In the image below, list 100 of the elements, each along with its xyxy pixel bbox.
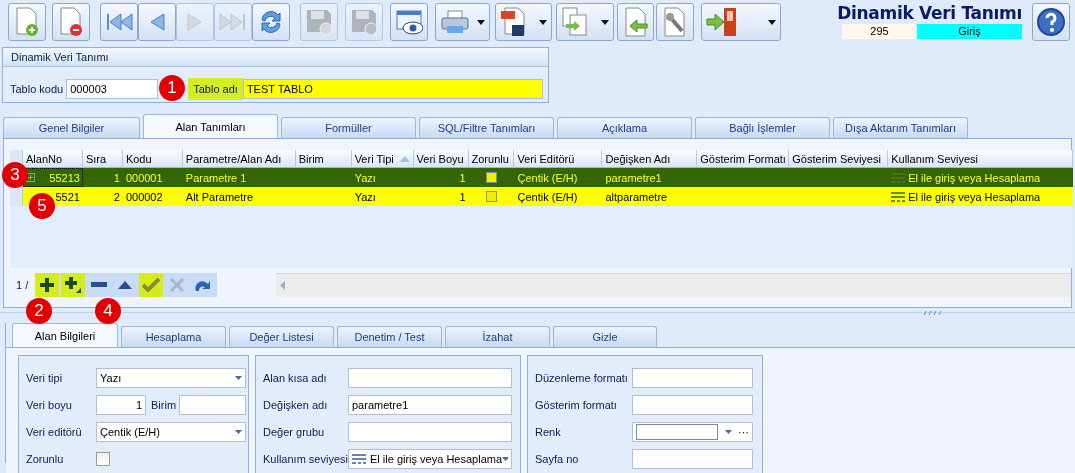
field-label: Veri tipi [26, 372, 64, 384]
table-cell: altparametre [602, 187, 698, 206]
toolbar-button[interactable] [701, 3, 781, 41]
field-label: Birim [150, 399, 178, 411]
tab[interactable]: Açıklama [557, 117, 692, 138]
table-cell: 000001 [122, 168, 183, 187]
input-field[interactable]: TEST TABLO [242, 79, 543, 99]
caret-icon [539, 19, 547, 25]
column-header[interactable]: Birim [295, 150, 352, 168]
column-header[interactable]: Gösterim Formatı [697, 150, 790, 168]
column-header[interactable]: Kullanım Seviyesi [888, 150, 1073, 168]
last-record-icon [219, 12, 247, 32]
scroll-left-icon [280, 281, 285, 290]
expand-icon [26, 173, 35, 182]
cancel-icon [170, 278, 185, 292]
table-cell: 2 [82, 187, 123, 206]
dropdown-field[interactable]: Yazı [96, 368, 246, 388]
toolbar-button[interactable] [390, 3, 428, 41]
input-field[interactable] [632, 395, 753, 415]
input-field[interactable]: parametre1 [348, 395, 512, 415]
number-badge: 3 [2, 162, 28, 188]
window-title: Dinamik Veri Tanımı [837, 3, 1022, 24]
checkbox[interactable] [486, 191, 498, 202]
caret-icon [768, 19, 776, 25]
table-cell: El ile giriş veya Hesaplama [888, 187, 1073, 206]
input-field[interactable] [179, 395, 246, 415]
tab[interactable]: Denetim / Test [337, 326, 442, 347]
caret-icon [601, 19, 609, 25]
input-field[interactable] [348, 368, 512, 388]
move-up-icon [118, 281, 133, 289]
input-field[interactable] [632, 449, 753, 469]
dropdown-caret-icon [502, 457, 508, 461]
save-icon [305, 8, 333, 36]
column-header[interactable]: Veri Tipi [351, 150, 414, 168]
table-cell: parametre1 [602, 168, 698, 187]
field-label: Tablo kodu [10, 83, 64, 95]
dropdown-field[interactable]: El ile giriş veya Hesaplama [348, 449, 512, 469]
input-field[interactable] [632, 368, 753, 388]
tab[interactable]: SQL/Filtre Tanımları [419, 117, 554, 138]
number-field[interactable]: 1 [96, 395, 146, 415]
column-header[interactable]: Veri Editörü [514, 150, 603, 168]
pdf-save-icon [500, 7, 526, 37]
navigator-button[interactable] [35, 273, 60, 297]
tab[interactable]: Değer Listesi [229, 326, 334, 347]
delete-document-icon [58, 7, 84, 37]
tab[interactable]: Alan Tanımları [143, 114, 278, 138]
table-cell: Alt Parametre [182, 187, 296, 206]
checkbox[interactable] [96, 452, 110, 466]
tab[interactable]: Dışa Aktarım Tanımları [833, 117, 968, 138]
help-button[interactable] [1032, 3, 1070, 41]
toolbar-button[interactable] [495, 3, 552, 41]
list-level-icon [891, 172, 906, 183]
table-cell: Yazı [351, 168, 414, 187]
field-label: Alan kısa adı [263, 372, 328, 384]
color-picker-field[interactable]: ··· [632, 422, 753, 442]
table-cell: Çentik (E/H) [514, 168, 603, 187]
column-header[interactable]: Sıra [82, 150, 123, 168]
navigator-button[interactable] [61, 273, 86, 297]
table-cell: Yazı [351, 187, 414, 206]
number-badge: 2 [26, 298, 52, 324]
row-indicator[interactable] [10, 187, 23, 206]
add-icon [39, 277, 56, 293]
list-level-icon [891, 191, 906, 202]
field-label: Kullanım seviyesi [263, 453, 348, 465]
field-label: Gösterim formatı [535, 399, 618, 411]
tab[interactable]: Gizle [553, 326, 657, 347]
tab[interactable]: Hesaplama [121, 326, 226, 347]
import-document-icon [622, 7, 649, 37]
tab[interactable]: İzahat [445, 326, 550, 347]
column-header[interactable]: Gösterim Seviyesi [789, 150, 889, 168]
table-cell: El ile giriş veya Hesaplama [888, 168, 1073, 187]
field-label: Değer grubu [263, 426, 326, 438]
column-header[interactable]: Veri Boyu [413, 150, 469, 168]
column-header[interactable]: Değişken Adı [602, 150, 698, 168]
table-cell: 1 [413, 187, 469, 206]
dropdown-caret-icon [235, 430, 242, 434]
first-record-icon [105, 12, 133, 32]
tab[interactable]: Genel Bilgiler [3, 117, 140, 138]
input-field[interactable] [348, 422, 512, 442]
column-header[interactable]: Parametre/Alan Adı [182, 150, 296, 168]
panel-title: Dinamik Veri Tanımı [3, 48, 548, 67]
remove-icon [91, 282, 108, 288]
horizontal-scrollbar[interactable] [276, 273, 1071, 297]
column-header[interactable]: Zorunlu [468, 150, 515, 168]
table-cell: 55213 [23, 168, 83, 187]
table-cell: 1 [413, 168, 469, 187]
sort-ascending-icon [399, 155, 410, 162]
tab[interactable]: Bağlı İşlemler [695, 117, 830, 138]
preview-icon [395, 8, 423, 36]
checkbox[interactable] [486, 172, 498, 183]
input-field[interactable]: 000003 [66, 79, 159, 99]
dropdown-field[interactable]: Çentik (E/H) [96, 422, 246, 442]
tab[interactable]: Alan Bilgileri [12, 323, 118, 347]
confirm-check-icon [142, 278, 161, 292]
list-level-icon [352, 454, 366, 464]
new-document-icon [14, 7, 40, 37]
column-header[interactable]: AlanNo [23, 150, 83, 168]
column-header[interactable]: Kodu [122, 150, 183, 168]
tab[interactable]: Formüller [281, 117, 416, 138]
table-cell: 000002 [122, 187, 183, 206]
